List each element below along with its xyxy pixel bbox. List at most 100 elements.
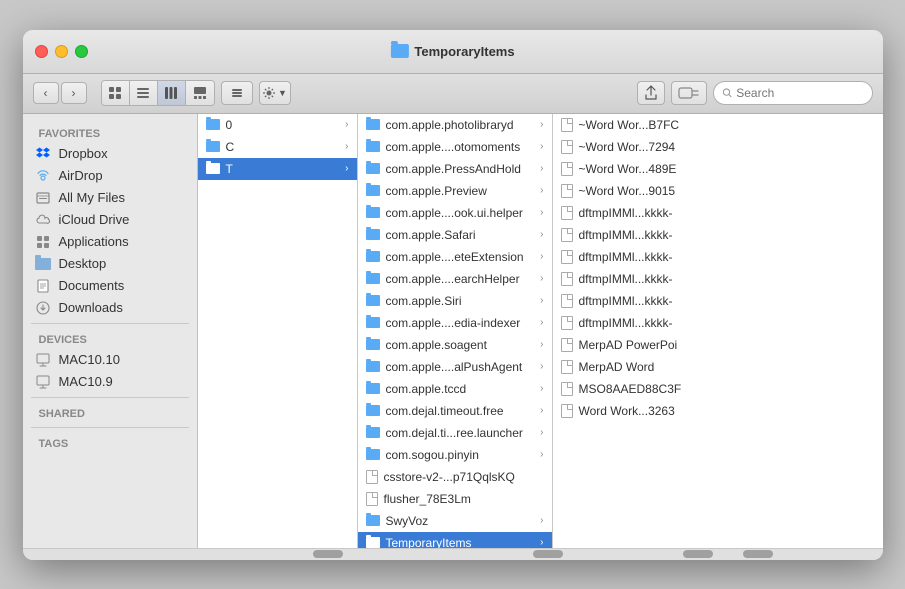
share-button[interactable]	[637, 81, 665, 105]
col3-item-3[interactable]: ~Word Wor...9015	[553, 180, 718, 202]
col3-item-2[interactable]: ~Word Wor...489E	[553, 158, 718, 180]
col1-item-c[interactable]: C ›	[198, 136, 357, 158]
documents-icon	[35, 278, 51, 294]
col3-item-0[interactable]: ~Word Wor...B7FC	[553, 114, 718, 136]
list-view-button[interactable]	[130, 81, 158, 105]
devices-label: Devices	[23, 328, 197, 349]
icon-view-button[interactable]	[102, 81, 130, 105]
sidebar-item-documents-label: Documents	[59, 278, 125, 293]
mac-icon	[35, 352, 51, 368]
col3-item-8[interactable]: dftmpIMMl...kkkk-	[553, 290, 718, 312]
sidebar-divider-2	[31, 397, 189, 398]
main-content: Favorites Dropbox AirDrop	[23, 114, 883, 548]
col2-item-7[interactable]: com.apple....earchHelper ›	[358, 268, 552, 290]
folder-icon	[366, 383, 380, 394]
cover-flow-button[interactable]	[186, 81, 214, 105]
sidebar-item-mac10.10[interactable]: MAC10.10	[23, 349, 197, 371]
scrollbar-thumb-1[interactable]	[313, 550, 343, 558]
scrollbar-thumb-2[interactable]	[533, 550, 563, 558]
search-input[interactable]	[736, 86, 863, 100]
arrange-button[interactable]	[221, 81, 253, 105]
col1-item-0[interactable]: 0 ›	[198, 114, 357, 136]
titlebar: TemporaryItems	[23, 30, 883, 74]
col2-item-12[interactable]: com.apple.tccd ›	[358, 378, 552, 400]
sidebar-item-all-my-files[interactable]: All My Files	[23, 187, 197, 209]
traffic-lights	[35, 45, 88, 58]
sidebar-item-dropbox[interactable]: Dropbox	[23, 143, 197, 165]
col3-item-7[interactable]: dftmpIMMl...kkkk-	[553, 268, 718, 290]
column-3: ~Word Wor...B7FC ~Word Wor...7294 ~Word …	[553, 114, 718, 548]
col2-item-6[interactable]: com.apple....eteExtension ›	[358, 246, 552, 268]
sidebar-divider-3	[31, 427, 189, 428]
search-box[interactable]	[713, 81, 873, 105]
folder-icon	[206, 119, 220, 130]
file-icon	[561, 206, 573, 220]
sidebar-item-mac10.9[interactable]: MAC10.9	[23, 371, 197, 393]
col2-item-13[interactable]: com.dejal.timeout.free ›	[358, 400, 552, 422]
applications-icon	[35, 234, 51, 250]
col3-item-1[interactable]: ~Word Wor...7294	[553, 136, 718, 158]
col3-item-5[interactable]: dftmpIMMl...kkkk-	[553, 224, 718, 246]
col3-item-10[interactable]: MerpAD PowerPoi	[553, 334, 718, 356]
nav-buttons: ‹ ›	[33, 82, 87, 104]
columns-container: 0 › C › T › com.apple.photolibr	[198, 114, 883, 548]
view-buttons	[101, 80, 215, 106]
sidebar-item-dropbox-label: Dropbox	[59, 146, 108, 161]
col2-item-15[interactable]: com.sogou.pinyin ›	[358, 444, 552, 466]
sidebar-item-applications[interactable]: Applications	[23, 231, 197, 253]
scrollbar-thumb-3[interactable]	[683, 550, 713, 558]
tag-button[interactable]	[671, 81, 707, 105]
sidebar-item-desktop[interactable]: Desktop	[23, 253, 197, 275]
file-icon	[561, 272, 573, 286]
col3-item-13[interactable]: Word Work...3263	[553, 400, 718, 422]
col1-item-t[interactable]: T ›	[198, 158, 357, 180]
folder-icon	[366, 537, 380, 548]
folder-icon	[366, 163, 380, 174]
col2-item-18[interactable]: SwyVoz ›	[358, 510, 552, 532]
file-icon	[366, 492, 378, 506]
action-button[interactable]: ▼	[259, 81, 291, 105]
col2-item-14[interactable]: com.dejal.ti...ree.launcher ›	[358, 422, 552, 444]
col2-item-19-temporaryitems[interactable]: TemporaryItems ›	[358, 532, 552, 548]
col2-item-8[interactable]: com.apple.Siri ›	[358, 290, 552, 312]
col3-item-4[interactable]: dftmpIMMl...kkkk-	[553, 202, 718, 224]
back-button[interactable]: ‹	[33, 82, 59, 104]
file-icon	[561, 250, 573, 264]
sidebar-item-airdrop[interactable]: AirDrop	[23, 165, 197, 187]
col2-item-11[interactable]: com.apple....alPushAgent ›	[358, 356, 552, 378]
sidebar-item-applications-label: Applications	[59, 234, 129, 249]
column-view-button[interactable]	[158, 81, 186, 105]
icloud-icon	[35, 212, 51, 228]
folder-icon	[366, 449, 380, 460]
sidebar-item-mac10.9-label: MAC10.9	[59, 374, 113, 389]
col2-item-4[interactable]: com.apple....ook.ui.helper ›	[358, 202, 552, 224]
col2-item-2[interactable]: com.apple.PressAndHold ›	[358, 158, 552, 180]
minimize-button[interactable]	[55, 45, 68, 58]
col3-item-11[interactable]: MerpAD Word	[553, 356, 718, 378]
col2-item-1[interactable]: com.apple....otomoments ›	[358, 136, 552, 158]
column-1: 0 › C › T ›	[198, 114, 358, 548]
col2-item-16[interactable]: csstore-v2-...p71QqlsKQ	[358, 466, 552, 488]
sidebar-item-downloads[interactable]: Downloads	[23, 297, 197, 319]
scrollbar-thumb-4[interactable]	[743, 550, 773, 558]
shared-label: Shared	[23, 402, 197, 423]
col2-item-5[interactable]: com.apple.Safari ›	[358, 224, 552, 246]
sidebar-item-all-my-files-label: All My Files	[59, 190, 125, 205]
col3-item-6[interactable]: dftmpIMMl...kkkk-	[553, 246, 718, 268]
col3-item-9[interactable]: dftmpIMMl...kkkk-	[553, 312, 718, 334]
folder-icon	[206, 163, 220, 174]
col2-item-3[interactable]: com.apple.Preview ›	[358, 180, 552, 202]
col2-item-0[interactable]: com.apple.photolibraryd ›	[358, 114, 552, 136]
sidebar-item-downloads-label: Downloads	[59, 300, 123, 315]
forward-button[interactable]: ›	[61, 82, 87, 104]
scrollbar-area	[23, 548, 883, 560]
col2-item-10[interactable]: com.apple.soagent ›	[358, 334, 552, 356]
col3-item-12[interactable]: MSO8AAED88C3F	[553, 378, 718, 400]
col2-item-9[interactable]: com.apple....edia-indexer ›	[358, 312, 552, 334]
zoom-button[interactable]	[75, 45, 88, 58]
folder-icon	[366, 185, 380, 196]
close-button[interactable]	[35, 45, 48, 58]
sidebar-item-icloud[interactable]: iCloud Drive	[23, 209, 197, 231]
sidebar-item-documents[interactable]: Documents	[23, 275, 197, 297]
col2-item-17[interactable]: flusher_78E3Lm	[358, 488, 552, 510]
